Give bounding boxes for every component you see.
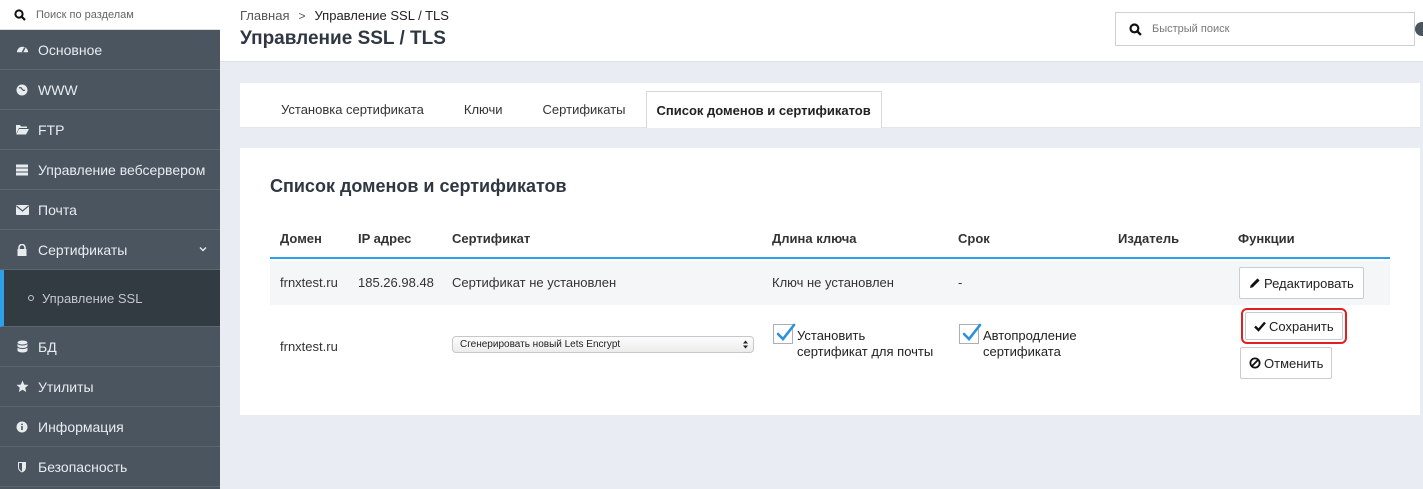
edit-button-label: Редактировать	[1264, 275, 1354, 291]
help-icon[interactable]	[1415, 22, 1423, 36]
sidebar-search-input[interactable]	[36, 8, 206, 21]
search-icon	[14, 8, 26, 21]
cell-ip: 185.26.98.48	[358, 275, 434, 290]
tabs-panel: Установка сертификата Ключи Сертификаты …	[240, 83, 1420, 128]
autorenew-label-line2: сертификата	[983, 344, 1061, 359]
page-title: Управление SSL / TLS	[240, 28, 446, 49]
section-title: Список доменов и сертификатов	[270, 176, 567, 196]
envelope-icon	[15, 203, 29, 217]
breadcrumb-home[interactable]: Главная	[240, 8, 289, 23]
table-header: Домен IP адрес Сертификат Длина ключа Ср…	[270, 231, 1390, 259]
breadcrumb: Главная > Управление SSL / TLS	[240, 8, 449, 23]
cell-term: -	[958, 275, 963, 290]
column-header-ip: IP адрес	[358, 231, 412, 246]
column-header-functions: Функции	[1238, 231, 1295, 246]
sidebar: Основное WWW FTP Управление вебсервером …	[0, 0, 220, 489]
mail-certificate-label-line2: сертификат для почты	[797, 344, 934, 359]
domain-list-panel: Список доменов и сертификатов Домен IP а…	[240, 148, 1420, 415]
autorenew-label: Автопродление сертификата	[983, 328, 1077, 360]
tab-bar: Установка сертификата Ключи Сертификаты …	[260, 91, 882, 128]
cell-domain: frnxtest.ru	[280, 339, 338, 354]
sidebar-item-label: WWW	[38, 81, 78, 98]
header: Главная > Управление SSL / TLS Управлени…	[220, 0, 1423, 62]
autorenew-label-line1: Автопродление	[983, 328, 1077, 343]
sidebar-item-main[interactable]: Основное	[0, 30, 220, 70]
sidebar-item-label: БД	[38, 338, 57, 355]
dashboard-icon	[15, 43, 29, 57]
cancel-button-label: Отменить	[1264, 355, 1324, 371]
tab-keys[interactable]: Ключи	[444, 91, 523, 128]
server-icon	[15, 163, 29, 177]
cell-domain: frnxtest.ru	[280, 275, 338, 290]
certificate-select[interactable]: Сгенерировать новый Lets Encrypt	[452, 336, 754, 353]
cell-certificate: Сертификат не установлен	[452, 275, 617, 290]
sidebar-item-certificates[interactable]: Сертификаты	[0, 230, 220, 270]
quick-search[interactable]	[1115, 12, 1415, 46]
tab-certificates[interactable]: Сертификаты	[523, 91, 646, 128]
tab-install-certificate[interactable]: Установка сертификата	[260, 91, 444, 128]
column-header-term: Срок	[958, 231, 990, 246]
mail-certificate-label-line1: Установить	[797, 328, 866, 343]
save-button-label: Сохранить	[1269, 318, 1334, 334]
table-row-edit: frnxtest.ru Сгенерировать новый Lets Enc…	[270, 305, 1390, 395]
sidebar-item-ftp[interactable]: FTP	[0, 110, 220, 150]
check-icon	[776, 323, 796, 341]
sidebar-item-www[interactable]: WWW	[0, 70, 220, 110]
breadcrumb-separator: >	[298, 8, 306, 23]
star-icon	[15, 380, 29, 394]
sidebar-item-db[interactable]: БД	[0, 327, 220, 367]
sidebar-item-label: FTP	[38, 121, 65, 138]
sidebar-item-label: Управление вебсервером	[38, 161, 206, 178]
edit-button[interactable]: Редактировать	[1239, 267, 1364, 299]
sidebar-item-label: Безопасность	[38, 458, 128, 475]
cell-key-length: Ключ не установлен	[772, 275, 894, 290]
info-icon	[15, 420, 29, 434]
save-button[interactable]: Сохранить	[1241, 308, 1347, 344]
sidebar-search[interactable]	[0, 0, 220, 30]
cancel-button[interactable]: Отменить	[1240, 347, 1333, 379]
quick-search-input[interactable]	[1152, 23, 1392, 35]
pencil-icon	[1250, 278, 1260, 288]
folder-icon	[15, 123, 29, 137]
mail-certificate-checkbox[interactable]	[773, 323, 796, 344]
column-header-issuer: Издатель	[1118, 231, 1180, 246]
chevron-down-icon	[199, 247, 207, 252]
column-header-certificate: Сертификат	[452, 231, 531, 246]
table-row: frnxtest.ru 185.26.98.48 Сертификат не у…	[270, 261, 1390, 305]
sidebar-item-label: Утилиты	[38, 378, 94, 395]
shield-icon	[15, 460, 29, 474]
sidebar-item-label: Сертификаты	[38, 241, 128, 258]
sidebar-item-security[interactable]: Безопасность	[0, 447, 220, 487]
sidebar-item-webserver[interactable]: Управление вебсервером	[0, 150, 220, 190]
search-icon	[1129, 22, 1142, 36]
lock-icon	[15, 243, 29, 257]
column-header-domain: Домен	[280, 231, 322, 246]
select-arrows-icon	[743, 340, 748, 349]
sidebar-item-info[interactable]: Информация	[0, 407, 220, 447]
database-icon	[15, 340, 29, 354]
sidebar-item-label: Информация	[38, 418, 124, 435]
autorenew-checkbox[interactable]	[959, 323, 982, 344]
sidebar-item-mail[interactable]: Почта	[0, 190, 220, 230]
mail-certificate-label: Установить сертификат для почты	[797, 328, 933, 360]
ban-icon	[1249, 357, 1261, 369]
checkmark-icon	[1254, 321, 1266, 332]
column-header-key-length: Длина ключа	[772, 231, 857, 246]
sidebar-subitem-ssl[interactable]: Управление SSL	[0, 270, 220, 327]
bullet-icon	[28, 295, 34, 301]
sidebar-subitem-label: Управление SSL	[42, 290, 143, 306]
sidebar-item-label: Почта	[38, 201, 77, 218]
breadcrumb-current: Управление SSL / TLS	[314, 8, 449, 23]
check-icon	[962, 323, 982, 341]
sidebar-item-label: Основное	[38, 41, 103, 58]
tab-domain-list[interactable]: Список доменов и сертификатов	[645, 91, 882, 128]
globe-icon	[15, 83, 29, 97]
sidebar-item-utilities[interactable]: Утилиты	[0, 367, 220, 407]
certificate-select-value: Сгенерировать новый Lets Encrypt	[460, 339, 621, 350]
